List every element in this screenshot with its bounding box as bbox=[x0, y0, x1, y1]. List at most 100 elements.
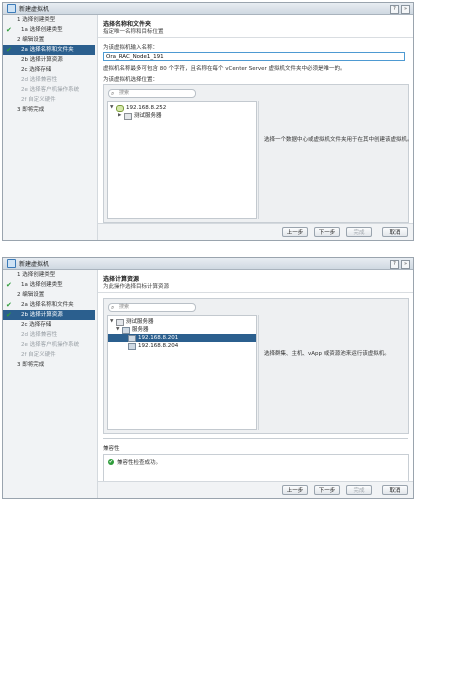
tree-node-folder[interactable]: ▼ 测试服务器 bbox=[110, 318, 256, 326]
vm-name-note: 虚拟机名称最多可包含 80 个字符，且名称在每个 vCenter Server … bbox=[103, 66, 346, 72]
step-label: 2c 选择存储 bbox=[21, 322, 52, 328]
divider bbox=[98, 37, 413, 38]
step-2b[interactable]: 2b 选择计算资源 bbox=[3, 55, 97, 65]
page-subtitle: 为此操作选择目标计算资源 bbox=[103, 284, 170, 290]
tree-node-folder[interactable]: ▶ 测试服务器 bbox=[118, 112, 162, 120]
compute-tree: ▼ 测试服务器 ▼ 服务器 192.168.8.201 192.168.8.20… bbox=[107, 315, 257, 430]
compute-resource-panel: ⌕ 搜索 ▼ 测试服务器 ▼ 服务器 192.168.8.201 192.168… bbox=[103, 298, 409, 434]
dialog-title: 新建虚拟机 bbox=[19, 6, 50, 13]
compat-status: 兼容性检查成功。 bbox=[117, 460, 162, 466]
finish-button[interactable]: 完成 bbox=[346, 227, 372, 237]
panel-splitter[interactable] bbox=[103, 438, 408, 439]
search-input[interactable]: ⌕ 搜索 bbox=[108, 303, 196, 312]
step-label: 2 编辑设置 bbox=[17, 37, 45, 43]
cancel-button[interactable]: 取消 bbox=[382, 227, 408, 237]
step-1[interactable]: 1 选择创建类型 bbox=[3, 15, 97, 25]
vm-icon bbox=[7, 4, 16, 13]
dialog-title: 新建虚拟机 bbox=[19, 261, 50, 268]
step-label: 2d 选择兼容性 bbox=[21, 332, 58, 338]
next-button[interactable]: 下一步 bbox=[314, 485, 340, 495]
new-vm-dialog-compute-resource: 新建虚拟机 ? » 1 选择创建类型 ✔ 1a 选择创建类型 2 编辑设置 ✔ 2a… bbox=[2, 257, 414, 499]
step-label: 1a 选择创建类型 bbox=[21, 282, 63, 288]
wizard-page: 选择计算资源 为此操作选择目标计算资源 ⌕ 搜索 ▼ 测试服务器 ▼ 服务器 19… bbox=[98, 270, 413, 498]
step-2a[interactable]: ✔ 2a 选择名称和文件夹 bbox=[3, 45, 95, 55]
new-vm-dialog-name-folder: 新建虚拟机 ? » 1 选择创建类型 ✔ 1a 选择创建类型 2 编辑设置 ✔ 2a… bbox=[2, 2, 414, 241]
button-bar: 上一步 下一步 完成 取消 bbox=[98, 481, 413, 498]
step-label: 3 即将完成 bbox=[17, 107, 45, 113]
step-2e: 2e 选择客户机操作系统 bbox=[3, 340, 97, 350]
help-icon[interactable]: ? bbox=[390, 260, 399, 269]
check-icon: ✔ bbox=[6, 46, 12, 54]
step-3[interactable]: 3 即将完成 bbox=[3, 360, 97, 370]
step-label: 2b 选择计算资源 bbox=[21, 57, 63, 63]
location-label: 为该虚拟机选择位置： bbox=[103, 77, 159, 83]
tree-node-label: 服务器 bbox=[132, 327, 149, 333]
expand-icon[interactable]: » bbox=[401, 260, 410, 269]
step-label: 2a 选择名称和文件夹 bbox=[21, 47, 74, 53]
step-2[interactable]: 2 编辑设置 bbox=[3, 290, 97, 300]
location-tree: ▼ 192.168.8.252 ▶ 测试服务器 bbox=[107, 101, 257, 219]
datacenter-icon bbox=[116, 104, 124, 112]
success-icon: ✔ bbox=[108, 459, 114, 465]
wizard-steps: 1 选择创建类型 ✔ 1a 选择创建类型 2 编辑设置 ✔ 2a 选择名称和文件夹 … bbox=[3, 270, 98, 498]
step-label: 2e 选择客户机操作系统 bbox=[21, 87, 80, 93]
splitter[interactable] bbox=[258, 315, 259, 430]
step-2b[interactable]: ✔ 2b 选择计算资源 bbox=[3, 310, 95, 320]
step-1[interactable]: 1 选择创建类型 bbox=[3, 270, 97, 280]
step-2[interactable]: 2 编辑设置 bbox=[3, 35, 97, 45]
search-placeholder: 搜索 bbox=[119, 90, 130, 96]
check-icon: ✔ bbox=[6, 311, 12, 319]
expand-icon[interactable]: » bbox=[401, 5, 410, 14]
vm-name-label: 为该虚拟机输入名称： bbox=[103, 45, 159, 51]
step-2a[interactable]: ✔ 2a 选择名称和文件夹 bbox=[3, 300, 97, 310]
button-bar: 上一步 下一步 完成 取消 bbox=[98, 223, 413, 240]
step-label: 3 即将完成 bbox=[17, 362, 45, 368]
page-subtitle: 指定唯一名称和目标位置 bbox=[103, 29, 164, 35]
tree-node-host-selected[interactable]: 192.168.8.201 bbox=[108, 334, 256, 342]
tree-node-label: 测试服务器 bbox=[126, 319, 154, 325]
wizard-steps: 1 选择创建类型 ✔ 1a 选择创建类型 2 编辑设置 ✔ 2a 选择名称和文件夹 … bbox=[3, 15, 98, 240]
vm-name-input[interactable]: Ora_RAC_Node1_191 bbox=[103, 52, 405, 61]
step-1a[interactable]: ✔ 1a 选择创建类型 bbox=[3, 280, 97, 290]
location-panel: ⌕ 搜索 ▼ 192.168.8.252 ▶ 测试服务器 选择一个数据中心或虚拟机… bbox=[103, 84, 413, 223]
search-input[interactable]: ⌕ 搜索 bbox=[108, 89, 196, 98]
step-label: 2d 选择兼容性 bbox=[21, 77, 58, 83]
cancel-button[interactable]: 取消 bbox=[382, 485, 408, 495]
step-label: 1 选择创建类型 bbox=[17, 17, 56, 23]
divider bbox=[98, 292, 413, 293]
folder-icon bbox=[116, 318, 124, 326]
dialog-titlebar: 新建虚拟机 ? » bbox=[3, 258, 413, 270]
step-label: 2a 选择名称和文件夹 bbox=[21, 302, 74, 308]
check-icon: ✔ bbox=[6, 301, 12, 309]
step-label: 2c 选择存储 bbox=[21, 67, 52, 73]
dialog-titlebar: 新建虚拟机 ? » bbox=[3, 3, 413, 15]
check-icon: ✔ bbox=[6, 281, 12, 289]
step-label: 1a 选择创建类型 bbox=[21, 27, 63, 33]
back-button[interactable]: 上一步 bbox=[282, 227, 308, 237]
step-label: 1 选择创建类型 bbox=[17, 272, 56, 278]
step-label: 2f 自定义硬件 bbox=[21, 97, 56, 103]
search-icon: ⌕ bbox=[111, 90, 115, 97]
step-label: 2e 选择客户机操作系统 bbox=[21, 342, 80, 348]
tree-node-host[interactable]: 192.168.8.204 bbox=[108, 342, 256, 350]
check-icon: ✔ bbox=[6, 26, 12, 34]
tree-node-label: 测试服务器 bbox=[134, 113, 162, 119]
finish-button[interactable]: 完成 bbox=[346, 485, 372, 495]
vm-icon bbox=[7, 259, 16, 268]
splitter[interactable] bbox=[258, 101, 259, 219]
tree-node-datacenter[interactable]: ▼ 192.168.8.252 bbox=[110, 104, 166, 112]
step-label: 2 编辑设置 bbox=[17, 292, 45, 298]
next-button[interactable]: 下一步 bbox=[314, 227, 340, 237]
help-icon[interactable]: ? bbox=[390, 5, 399, 14]
compute-hint: 选择群集、主机、vApp 或资源池来运行该虚拟机。 bbox=[264, 351, 390, 357]
folder-icon bbox=[124, 112, 132, 120]
tree-node-label: 192.168.8.252 bbox=[126, 105, 167, 111]
step-3[interactable]: 3 即将完成 bbox=[3, 105, 97, 115]
step-2c[interactable]: 2c 选择存储 bbox=[3, 320, 97, 330]
step-2c[interactable]: 2c 选择存储 bbox=[3, 65, 97, 75]
tree-node-cluster[interactable]: ▼ 服务器 bbox=[116, 326, 256, 334]
back-button[interactable]: 上一步 bbox=[282, 485, 308, 495]
search-icon: ⌕ bbox=[111, 304, 115, 311]
step-1a[interactable]: ✔ 1a 选择创建类型 bbox=[3, 25, 97, 35]
search-placeholder: 搜索 bbox=[119, 304, 130, 310]
